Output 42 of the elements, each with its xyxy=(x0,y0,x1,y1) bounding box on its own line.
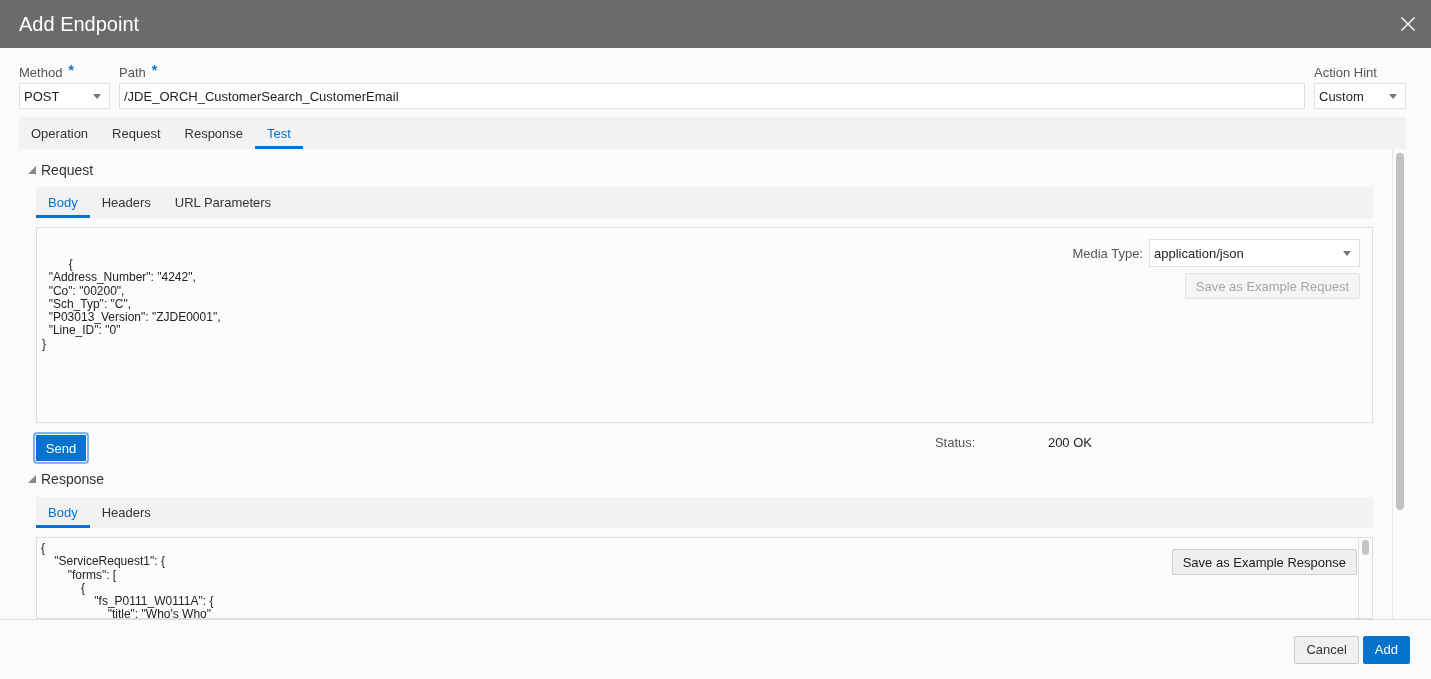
tab[interactable]: Headers xyxy=(89,187,163,218)
cancel-button[interactable]: Cancel xyxy=(1294,635,1359,664)
request-body-text: { "Address_Number": "4242", "Co": "00200", "Sch_Typ": "C", "P03013_Version": "ZJDE0001", "Line_ID": "0" } xyxy=(41,256,222,353)
triangle-icon[interactable] xyxy=(28,166,36,174)
tab[interactable]: Request xyxy=(100,117,173,149)
tab[interactable]: Response xyxy=(172,117,256,149)
text-field[interactable]: /JDE_ORCH_CustomerSearch_CustomerEmail xyxy=(119,83,1305,109)
field-label: Path xyxy=(119,65,146,80)
status-value: 200 OK xyxy=(1047,434,1092,450)
tab[interactable]: Operation xyxy=(19,117,101,149)
add-button[interactable]: Add xyxy=(1362,635,1410,664)
field-label: Action Hint xyxy=(1314,65,1377,80)
field-label: Media Type: xyxy=(1072,245,1143,261)
caret-icon xyxy=(1389,93,1397,99)
close-icon xyxy=(1401,17,1415,31)
save-example-button[interactable]: Save as Example Response xyxy=(1171,549,1357,575)
triangle-icon[interactable] xyxy=(28,475,36,483)
tab[interactable]: Test xyxy=(255,117,303,149)
scrollbar-thumb[interactable] xyxy=(1362,540,1369,555)
body-editor[interactable]: { "ServiceRequest1": { "forms": [ { "fs_P0111_W0111A": { "title": "Who's Who" Save as Example Response xyxy=(36,537,1373,619)
field-label: Method xyxy=(19,65,63,80)
tab[interactable]: Headers xyxy=(89,497,163,528)
send-button[interactable]: Send xyxy=(33,432,89,464)
required-marker: * xyxy=(68,65,74,75)
dropdown-field[interactable]: POST xyxy=(19,83,110,109)
tab[interactable]: Body xyxy=(36,187,90,218)
section-title: Response xyxy=(41,471,105,487)
tab[interactable]: URL Parameters xyxy=(162,187,284,218)
scrollbar[interactable] xyxy=(1392,149,1406,619)
caret-icon xyxy=(93,93,101,99)
tab[interactable]: Body xyxy=(36,497,90,528)
dropdown-field[interactable]: application/json xyxy=(1149,239,1360,267)
status-label: Status: xyxy=(934,434,977,450)
scrollbar-thumb[interactable] xyxy=(1395,153,1404,510)
scrollbar[interactable] xyxy=(1358,538,1372,618)
response-body-text: { "ServiceRequest1": { "forms": [ { "fs_P0111_W0111A": { "title": "Who's Who" xyxy=(40,540,215,618)
required-marker: * xyxy=(151,65,158,75)
close-button[interactable] xyxy=(1401,17,1415,31)
caret-icon xyxy=(1343,250,1351,256)
section-title: Request xyxy=(41,162,94,178)
dropdown-field[interactable]: Custom xyxy=(1314,83,1406,109)
dialog-title: Add Endpoint xyxy=(19,12,140,36)
